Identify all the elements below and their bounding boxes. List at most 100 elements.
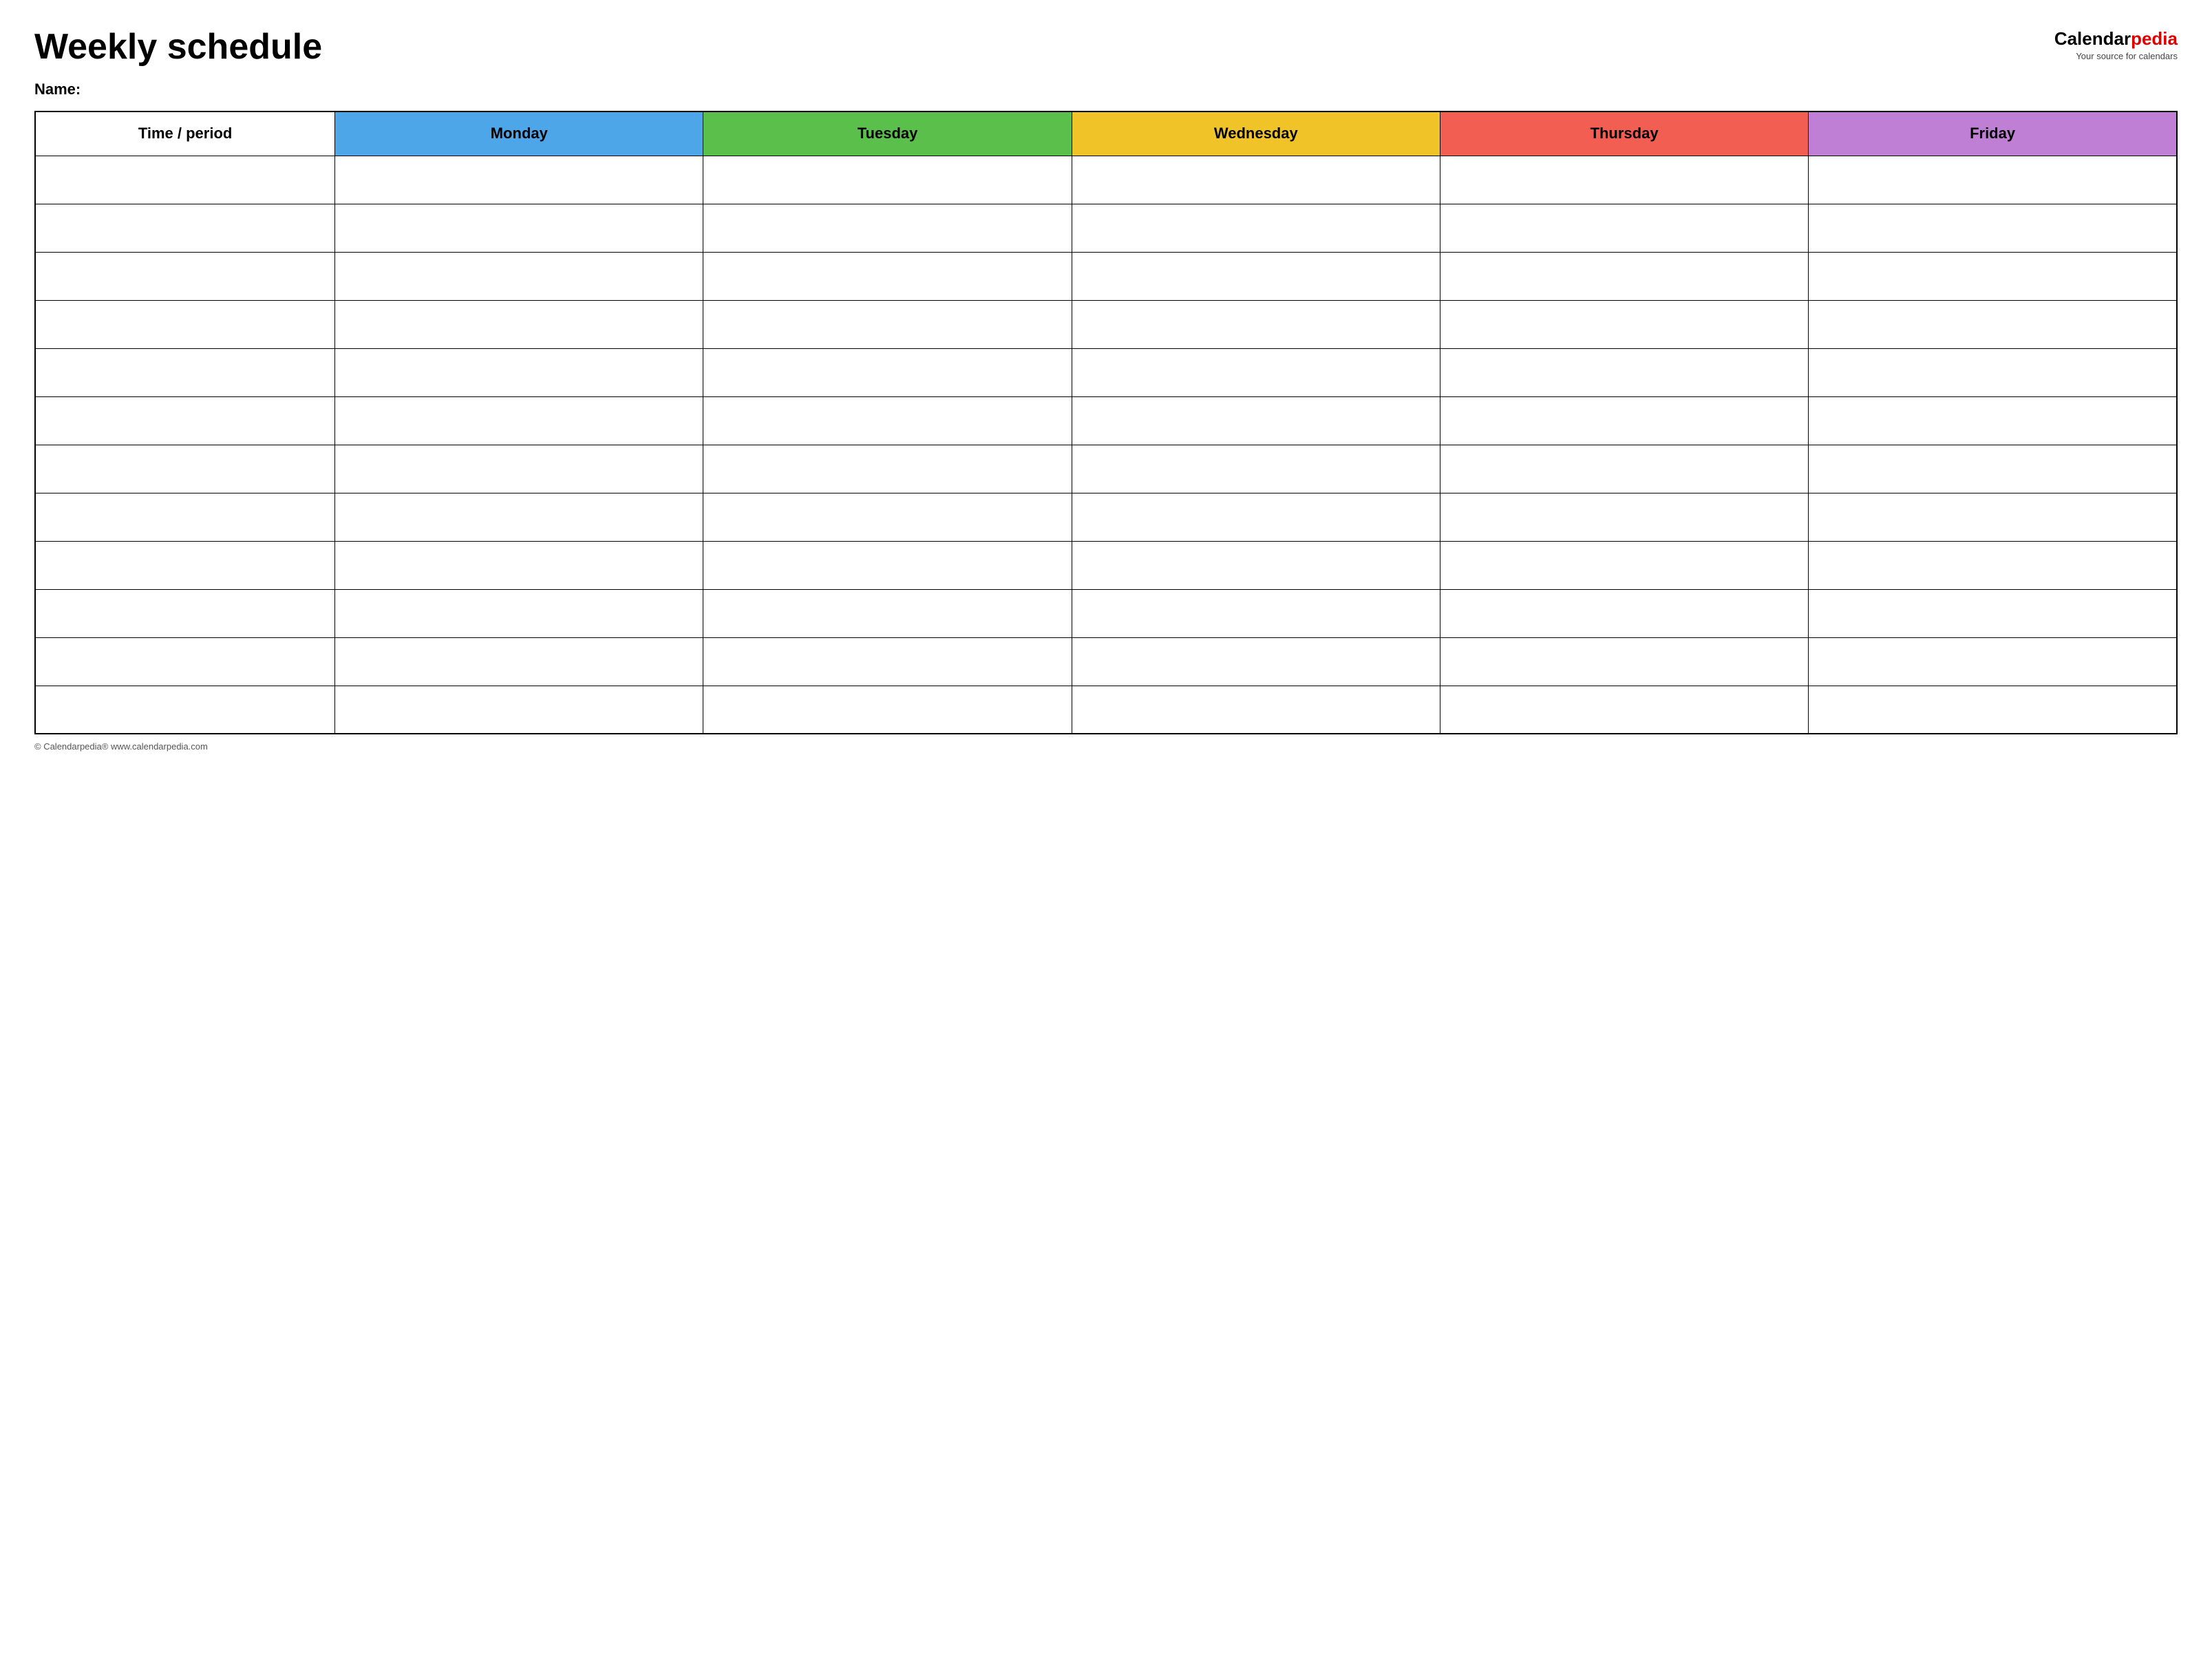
table-cell[interactable] — [1809, 204, 2177, 252]
table-row — [35, 686, 2177, 734]
table-cell[interactable] — [1809, 396, 2177, 445]
table-cell[interactable] — [35, 445, 335, 493]
table-cell[interactable] — [1072, 637, 1440, 686]
table-cell[interactable] — [703, 156, 1072, 204]
table-cell[interactable] — [703, 445, 1072, 493]
table-cell[interactable] — [35, 396, 335, 445]
table-cell[interactable] — [335, 156, 703, 204]
table-row — [35, 252, 2177, 300]
table-cell[interactable] — [335, 204, 703, 252]
table-cell[interactable] — [335, 589, 703, 637]
table-cell[interactable] — [703, 348, 1072, 396]
table-cell[interactable] — [1440, 686, 1808, 734]
table-cell[interactable] — [1809, 686, 2177, 734]
col-header-thursday: Thursday — [1440, 112, 1808, 156]
table-cell[interactable] — [703, 637, 1072, 686]
table-row — [35, 300, 2177, 348]
table-cell[interactable] — [1072, 541, 1440, 589]
table-cell[interactable] — [335, 396, 703, 445]
table-cell[interactable] — [1440, 300, 1808, 348]
brand-tagline: Your source for calendars — [2054, 51, 2178, 63]
table-cell[interactable] — [1440, 348, 1808, 396]
table-cell[interactable] — [335, 252, 703, 300]
table-row — [35, 541, 2177, 589]
table-row — [35, 589, 2177, 637]
table-cell[interactable] — [703, 396, 1072, 445]
name-label: Name: — [34, 81, 2178, 98]
table-cell[interactable] — [703, 300, 1072, 348]
table-cell[interactable] — [335, 300, 703, 348]
schedule-table: Time / period Monday Tuesday Wednesday T… — [34, 111, 2178, 734]
table-header-row: Time / period Monday Tuesday Wednesday T… — [35, 112, 2177, 156]
table-cell[interactable] — [335, 686, 703, 734]
col-header-friday: Friday — [1809, 112, 2177, 156]
table-row — [35, 348, 2177, 396]
table-cell[interactable] — [1072, 252, 1440, 300]
table-cell[interactable] — [1440, 396, 1808, 445]
table-cell[interactable] — [1072, 396, 1440, 445]
table-cell[interactable] — [1809, 252, 2177, 300]
table-cell[interactable] — [1809, 300, 2177, 348]
table-cell[interactable] — [1440, 541, 1808, 589]
brand-pedia-text: pedia — [2131, 28, 2178, 49]
table-cell[interactable] — [35, 686, 335, 734]
brand-calendar-text: Calendar — [2054, 28, 2131, 49]
table-row — [35, 637, 2177, 686]
table-cell[interactable] — [1440, 252, 1808, 300]
table-cell[interactable] — [1072, 493, 1440, 541]
table-cell[interactable] — [35, 493, 335, 541]
table-cell[interactable] — [335, 445, 703, 493]
brand-logo: Calendarpedia Your source for calendars — [2054, 28, 2178, 63]
col-header-wednesday: Wednesday — [1072, 112, 1440, 156]
table-cell[interactable] — [35, 252, 335, 300]
table-cell[interactable] — [1072, 686, 1440, 734]
table-cell[interactable] — [1072, 300, 1440, 348]
table-cell[interactable] — [703, 541, 1072, 589]
table-cell[interactable] — [703, 589, 1072, 637]
table-cell[interactable] — [1809, 348, 2177, 396]
table-cell[interactable] — [1072, 445, 1440, 493]
table-cell[interactable] — [1440, 445, 1808, 493]
table-cell[interactable] — [1072, 204, 1440, 252]
table-row — [35, 204, 2177, 252]
table-cell[interactable] — [703, 204, 1072, 252]
table-row — [35, 493, 2177, 541]
table-row — [35, 396, 2177, 445]
col-header-monday: Monday — [335, 112, 703, 156]
table-cell[interactable] — [1809, 589, 2177, 637]
table-cell[interactable] — [35, 589, 335, 637]
table-cell[interactable] — [35, 348, 335, 396]
col-header-tuesday: Tuesday — [703, 112, 1072, 156]
table-cell[interactable] — [1072, 589, 1440, 637]
table-cell[interactable] — [1809, 445, 2177, 493]
page-header: Weekly schedule Calendarpedia Your sourc… — [34, 28, 2178, 67]
table-cell[interactable] — [1440, 637, 1808, 686]
table-cell[interactable] — [1440, 589, 1808, 637]
table-cell[interactable] — [1809, 493, 2177, 541]
table-cell[interactable] — [35, 300, 335, 348]
col-header-time: Time / period — [35, 112, 335, 156]
table-cell[interactable] — [335, 348, 703, 396]
table-cell[interactable] — [335, 541, 703, 589]
table-cell[interactable] — [703, 686, 1072, 734]
table-cell[interactable] — [35, 541, 335, 589]
table-row — [35, 156, 2177, 204]
table-cell[interactable] — [35, 204, 335, 252]
table-cell[interactable] — [1440, 204, 1808, 252]
table-row — [35, 445, 2177, 493]
table-cell[interactable] — [1072, 348, 1440, 396]
table-cell[interactable] — [1809, 541, 2177, 589]
table-cell[interactable] — [1440, 493, 1808, 541]
table-cell[interactable] — [1072, 156, 1440, 204]
table-cell[interactable] — [335, 637, 703, 686]
table-cell[interactable] — [35, 637, 335, 686]
table-cell[interactable] — [35, 156, 335, 204]
table-cell[interactable] — [335, 493, 703, 541]
page-title: Weekly schedule — [34, 28, 322, 67]
table-cell[interactable] — [703, 493, 1072, 541]
table-cell[interactable] — [1440, 156, 1808, 204]
table-cell[interactable] — [1809, 637, 2177, 686]
table-cell[interactable] — [703, 252, 1072, 300]
table-body — [35, 156, 2177, 734]
table-cell[interactable] — [1809, 156, 2177, 204]
